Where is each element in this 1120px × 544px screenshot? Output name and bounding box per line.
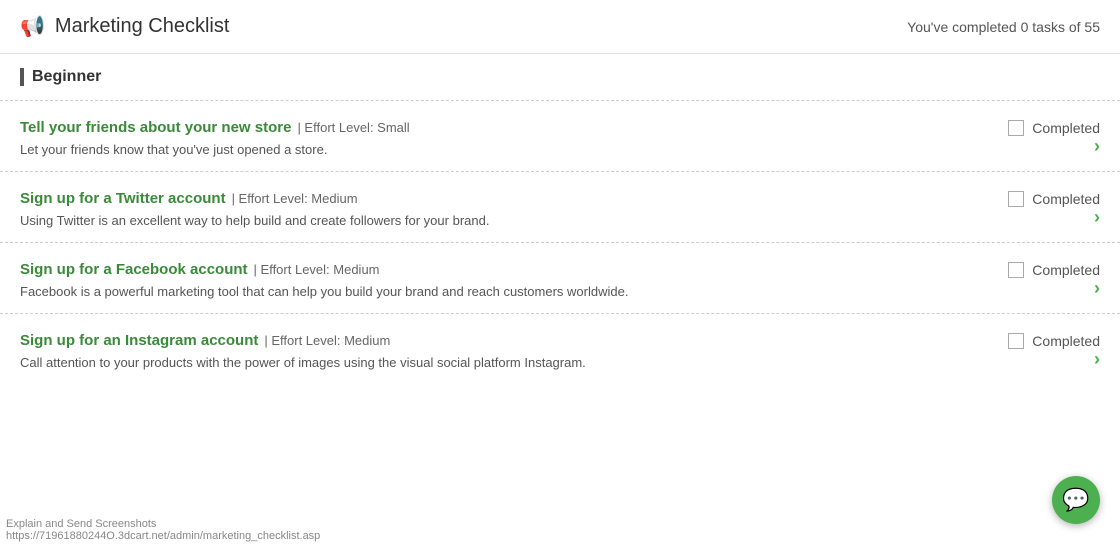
item-effort: | Effort Level: Medium — [254, 262, 380, 277]
item-effort: | Effort Level: Medium — [232, 191, 358, 206]
url-bar: Explain and Send Screenshots https://719… — [0, 516, 326, 544]
chat-button[interactable]: 💬 — [1052, 476, 1100, 524]
item-title-area: Tell your friends about your new store |… — [20, 119, 410, 136]
chevron-right-icon: › — [1094, 207, 1100, 228]
chat-icon: 💬 — [1062, 487, 1089, 513]
url-label: Explain and Send Screenshots — [6, 518, 156, 530]
item-title-area: Sign up for an Instagram account | Effor… — [20, 332, 390, 349]
item-effort: | Effort Level: Medium — [264, 333, 390, 348]
item-title: Sign up for a Facebook account — [20, 261, 248, 278]
completed-label: Completed — [1032, 333, 1100, 349]
page-header: 📢 Marketing Checklist You've completed 0… — [0, 0, 1120, 54]
completed-label: Completed — [1032, 191, 1100, 207]
item-title: Sign up for an Instagram account — [20, 332, 258, 349]
header-left: 📢 Marketing Checklist — [20, 14, 229, 39]
item-right: Completed — [1008, 262, 1100, 278]
item-right: Completed — [1008, 120, 1100, 136]
chevron-right-icon: › — [1094, 278, 1100, 299]
megaphone-icon: 📢 — [20, 14, 45, 39]
page-title: Marketing Checklist — [55, 15, 230, 38]
checklist-item-facebook[interactable]: Sign up for a Facebook account | Effort … — [0, 242, 1120, 313]
completed-label: Completed — [1032, 120, 1100, 136]
item-description: Facebook is a powerful marketing tool th… — [20, 284, 820, 299]
chevron-right-icon: › — [1094, 136, 1100, 157]
section-divider-icon — [20, 68, 24, 86]
item-title-area: Sign up for a Twitter account | Effort L… — [20, 190, 358, 207]
item-top-row: Tell your friends about your new store |… — [20, 119, 1100, 136]
item-description: Call attention to your products with the… — [20, 355, 820, 370]
item-top-row: Sign up for a Twitter account | Effort L… — [20, 190, 1100, 207]
item-top-row: Sign up for an Instagram account | Effor… — [20, 332, 1100, 349]
completed-label: Completed — [1032, 262, 1100, 278]
item-effort: | Effort Level: Small — [297, 120, 409, 135]
progress-text: You've completed 0 tasks of 55 — [907, 19, 1100, 35]
item-description: Using Twitter is an excellent way to hel… — [20, 213, 820, 228]
chevron-right-icon: › — [1094, 349, 1100, 370]
item-right: Completed — [1008, 191, 1100, 207]
item-title-area: Sign up for a Facebook account | Effort … — [20, 261, 380, 278]
completed-checkbox[interactable] — [1008, 262, 1024, 278]
item-right: Completed — [1008, 333, 1100, 349]
item-title: Tell your friends about your new store — [20, 119, 291, 136]
item-top-row: Sign up for a Facebook account | Effort … — [20, 261, 1100, 278]
url-text: https://71961880244O.3dcart.net/admin/ma… — [6, 530, 320, 542]
item-title: Sign up for a Twitter account — [20, 190, 226, 207]
completed-checkbox[interactable] — [1008, 333, 1024, 349]
section-header: Beginner — [0, 54, 1120, 100]
checklist-item-instagram[interactable]: Sign up for an Instagram account | Effor… — [0, 313, 1120, 384]
checklist-item-tell-friends[interactable]: Tell your friends about your new store |… — [0, 100, 1120, 171]
item-description: Let your friends know that you've just o… — [20, 142, 820, 157]
completed-checkbox[interactable] — [1008, 191, 1024, 207]
section-title: Beginner — [32, 68, 101, 86]
checklist-container: Tell your friends about your new store |… — [0, 100, 1120, 384]
checklist-item-twitter[interactable]: Sign up for a Twitter account | Effort L… — [0, 171, 1120, 242]
completed-checkbox[interactable] — [1008, 120, 1024, 136]
